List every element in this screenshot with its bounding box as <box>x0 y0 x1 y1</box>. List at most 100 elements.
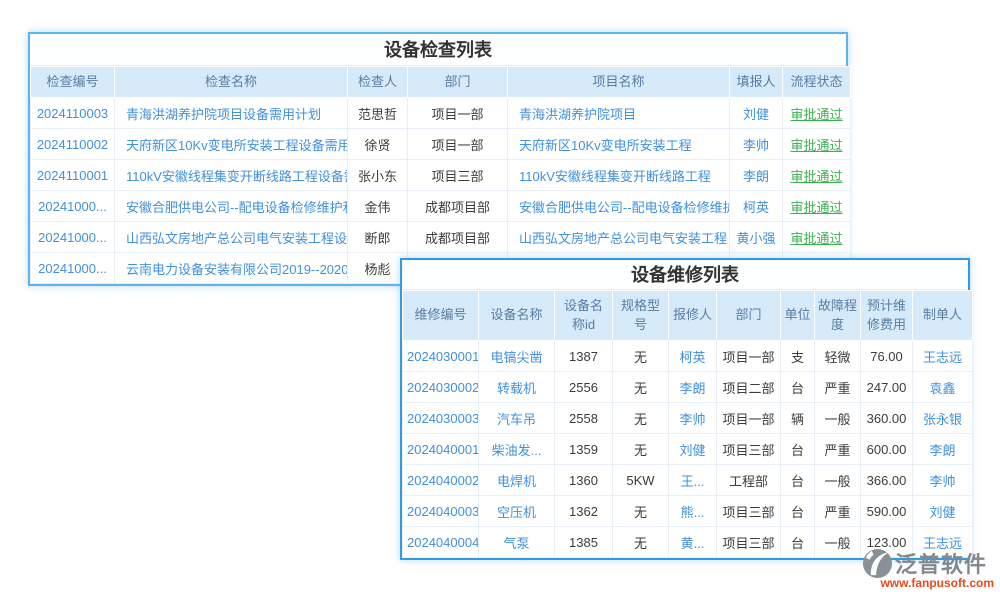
table-row: 2024040003空压机1362无熊...项目三部台严重590.00刘健 <box>403 496 973 527</box>
table-cell[interactable]: 电焊机 <box>479 465 555 496</box>
table-cell: 无 <box>613 403 669 434</box>
table-cell[interactable]: 安徽合肥供电公司--配电设备检修维护和... <box>115 191 348 222</box>
table-cell[interactable]: 李帅 <box>730 129 783 160</box>
table-cell: 无 <box>613 527 669 558</box>
table-cell[interactable]: 2024110003 <box>31 98 115 129</box>
table-cell[interactable]: 审批通过 <box>783 222 851 253</box>
table-cell[interactable]: 柴油发... <box>479 434 555 465</box>
table-cell[interactable]: 审批通过 <box>783 129 851 160</box>
table-cell[interactable]: 刘健 <box>913 496 973 527</box>
table-cell[interactable]: 安徽合肥供电公司--配电设备检修维护... <box>508 191 730 222</box>
table-cell[interactable]: 110kV安徽线程集变开断线路工程设备需... <box>115 160 348 191</box>
table-cell[interactable]: 山西弘文房地产总公司电气安装工程设备... <box>115 222 348 253</box>
column-header-spec-model: 规格型号 <box>613 291 669 341</box>
table-row: 20241000...安徽合肥供电公司--配电设备检修维护和...金伟成都项目部… <box>31 191 851 222</box>
table-cell: 项目一部 <box>408 129 508 160</box>
table-cell[interactable]: 转载机 <box>479 372 555 403</box>
table-cell[interactable]: 气泵 <box>479 527 555 558</box>
table-cell[interactable]: 天府新区10Kv变电所安装工程设备需用计划 <box>115 129 348 160</box>
column-header-inspector: 检查人 <box>348 67 408 98</box>
table-cell[interactable]: 黄... <box>669 527 717 558</box>
table-row: 2024030002转载机2556无李朗项目二部台严重247.00袁鑫 <box>403 372 973 403</box>
table-row: 2024110002天府新区10Kv变电所安装工程设备需用计划徐贤项目一部天府新… <box>31 129 851 160</box>
table-cell[interactable]: 2024110001 <box>31 160 115 191</box>
table-cell: 1385 <box>555 527 613 558</box>
table-cell[interactable]: 刘健 <box>730 98 783 129</box>
column-header-repair-reporter: 报修人 <box>669 291 717 341</box>
table-cell: 5KW <box>613 465 669 496</box>
column-header-inspection-id: 检查编号 <box>31 67 115 98</box>
column-header-inspection-name: 检查名称 <box>115 67 348 98</box>
column-header-device-name-id: 设备名称id <box>555 291 613 341</box>
inspection-header-row: 检查编号 检查名称 检查人 部门 项目名称 填报人 流程状态 <box>31 67 851 98</box>
table-row: 2024040001柴油发...1359无刘健项目三部台严重600.00李朗 <box>403 434 973 465</box>
table-cell: 成都项目部 <box>408 191 508 222</box>
table-cell[interactable]: 电镐尖凿 <box>479 341 555 372</box>
table-cell[interactable]: 2024030003 <box>403 403 479 434</box>
table-cell[interactable]: 2024040004 <box>403 527 479 558</box>
table-cell: 无 <box>613 434 669 465</box>
table-cell: 无 <box>613 341 669 372</box>
repair-table-title: 设备维修列表 <box>402 260 968 290</box>
table-cell[interactable]: 李帅 <box>913 465 973 496</box>
table-cell[interactable]: 20241000... <box>31 253 115 284</box>
table-cell[interactable]: 柯英 <box>730 191 783 222</box>
table-cell: 严重 <box>815 496 861 527</box>
table-cell[interactable]: 熊... <box>669 496 717 527</box>
table-cell: 台 <box>781 434 815 465</box>
table-cell[interactable]: 云南电力设备安装有限公司2019--2020年... <box>115 253 348 284</box>
table-cell[interactable]: 李朗 <box>730 160 783 191</box>
table-cell[interactable]: 20241000... <box>31 191 115 222</box>
table-cell[interactable]: 王... <box>669 465 717 496</box>
table-cell[interactable]: 青海洪湖养护院项目设备需用计划 <box>115 98 348 129</box>
table-cell[interactable]: 110kV安徽线程集变开断线路工程 <box>508 160 730 191</box>
table-cell: 断郎 <box>348 222 408 253</box>
table-cell[interactable]: 20241000... <box>31 222 115 253</box>
table-cell[interactable]: 2024040002 <box>403 465 479 496</box>
table-cell: 杨彪 <box>348 253 408 284</box>
column-header-repair-id: 维修编号 <box>403 291 479 341</box>
table-cell[interactable]: 2024030002 <box>403 372 479 403</box>
table-cell: 项目一部 <box>408 98 508 129</box>
table-cell[interactable]: 审批通过 <box>783 160 851 191</box>
table-cell[interactable]: 黄小强 <box>730 222 783 253</box>
table-cell[interactable]: 青海洪湖养护院项目 <box>508 98 730 129</box>
column-header-creator: 制单人 <box>913 291 973 341</box>
table-cell: 1387 <box>555 341 613 372</box>
table-cell[interactable]: 天府新区10Kv变电所安装工程 <box>508 129 730 160</box>
table-cell[interactable]: 审批通过 <box>783 191 851 222</box>
table-cell: 严重 <box>815 434 861 465</box>
table-cell: 360.00 <box>861 403 913 434</box>
table-cell[interactable]: 张永银 <box>913 403 973 434</box>
table-cell[interactable]: 空压机 <box>479 496 555 527</box>
table-cell: 台 <box>781 372 815 403</box>
table-cell[interactable]: 袁鑫 <box>913 372 973 403</box>
table-cell[interactable]: 李朗 <box>669 372 717 403</box>
table-cell: 项目一部 <box>717 403 781 434</box>
table-cell[interactable]: 山西弘文房地产总公司电气安装工程 <box>508 222 730 253</box>
table-row: 2024030003汽车吊2558无李帅项目一部辆一般360.00张永银 <box>403 403 973 434</box>
table-cell[interactable]: 2024040003 <box>403 496 479 527</box>
table-cell[interactable]: 王志远 <box>913 341 973 372</box>
table-cell[interactable]: 汽车吊 <box>479 403 555 434</box>
table-cell: 台 <box>781 527 815 558</box>
table-cell: 2558 <box>555 403 613 434</box>
table-cell[interactable]: 审批通过 <box>783 98 851 129</box>
table-cell[interactable]: 李帅 <box>669 403 717 434</box>
column-header-device-name: 设备名称 <box>479 291 555 341</box>
table-cell[interactable]: 柯英 <box>669 341 717 372</box>
table-cell[interactable]: 刘健 <box>669 434 717 465</box>
column-header-reporter: 填报人 <box>730 67 783 98</box>
fanpu-logo-icon <box>862 548 893 579</box>
fanpu-logo-url[interactable]: www.fanpusoft.com <box>862 576 994 590</box>
table-cell[interactable]: 李朗 <box>913 434 973 465</box>
table-cell[interactable]: 2024030001 <box>403 341 479 372</box>
fanpu-logo-text: 泛普软件 <box>895 547 987 579</box>
table-cell: 项目三部 <box>408 160 508 191</box>
table-cell: 一般 <box>815 403 861 434</box>
table-cell[interactable]: 2024040001 <box>403 434 479 465</box>
column-header-department: 部门 <box>408 67 508 98</box>
table-cell: 1360 <box>555 465 613 496</box>
table-cell: 严重 <box>815 372 861 403</box>
table-cell[interactable]: 2024110002 <box>31 129 115 160</box>
